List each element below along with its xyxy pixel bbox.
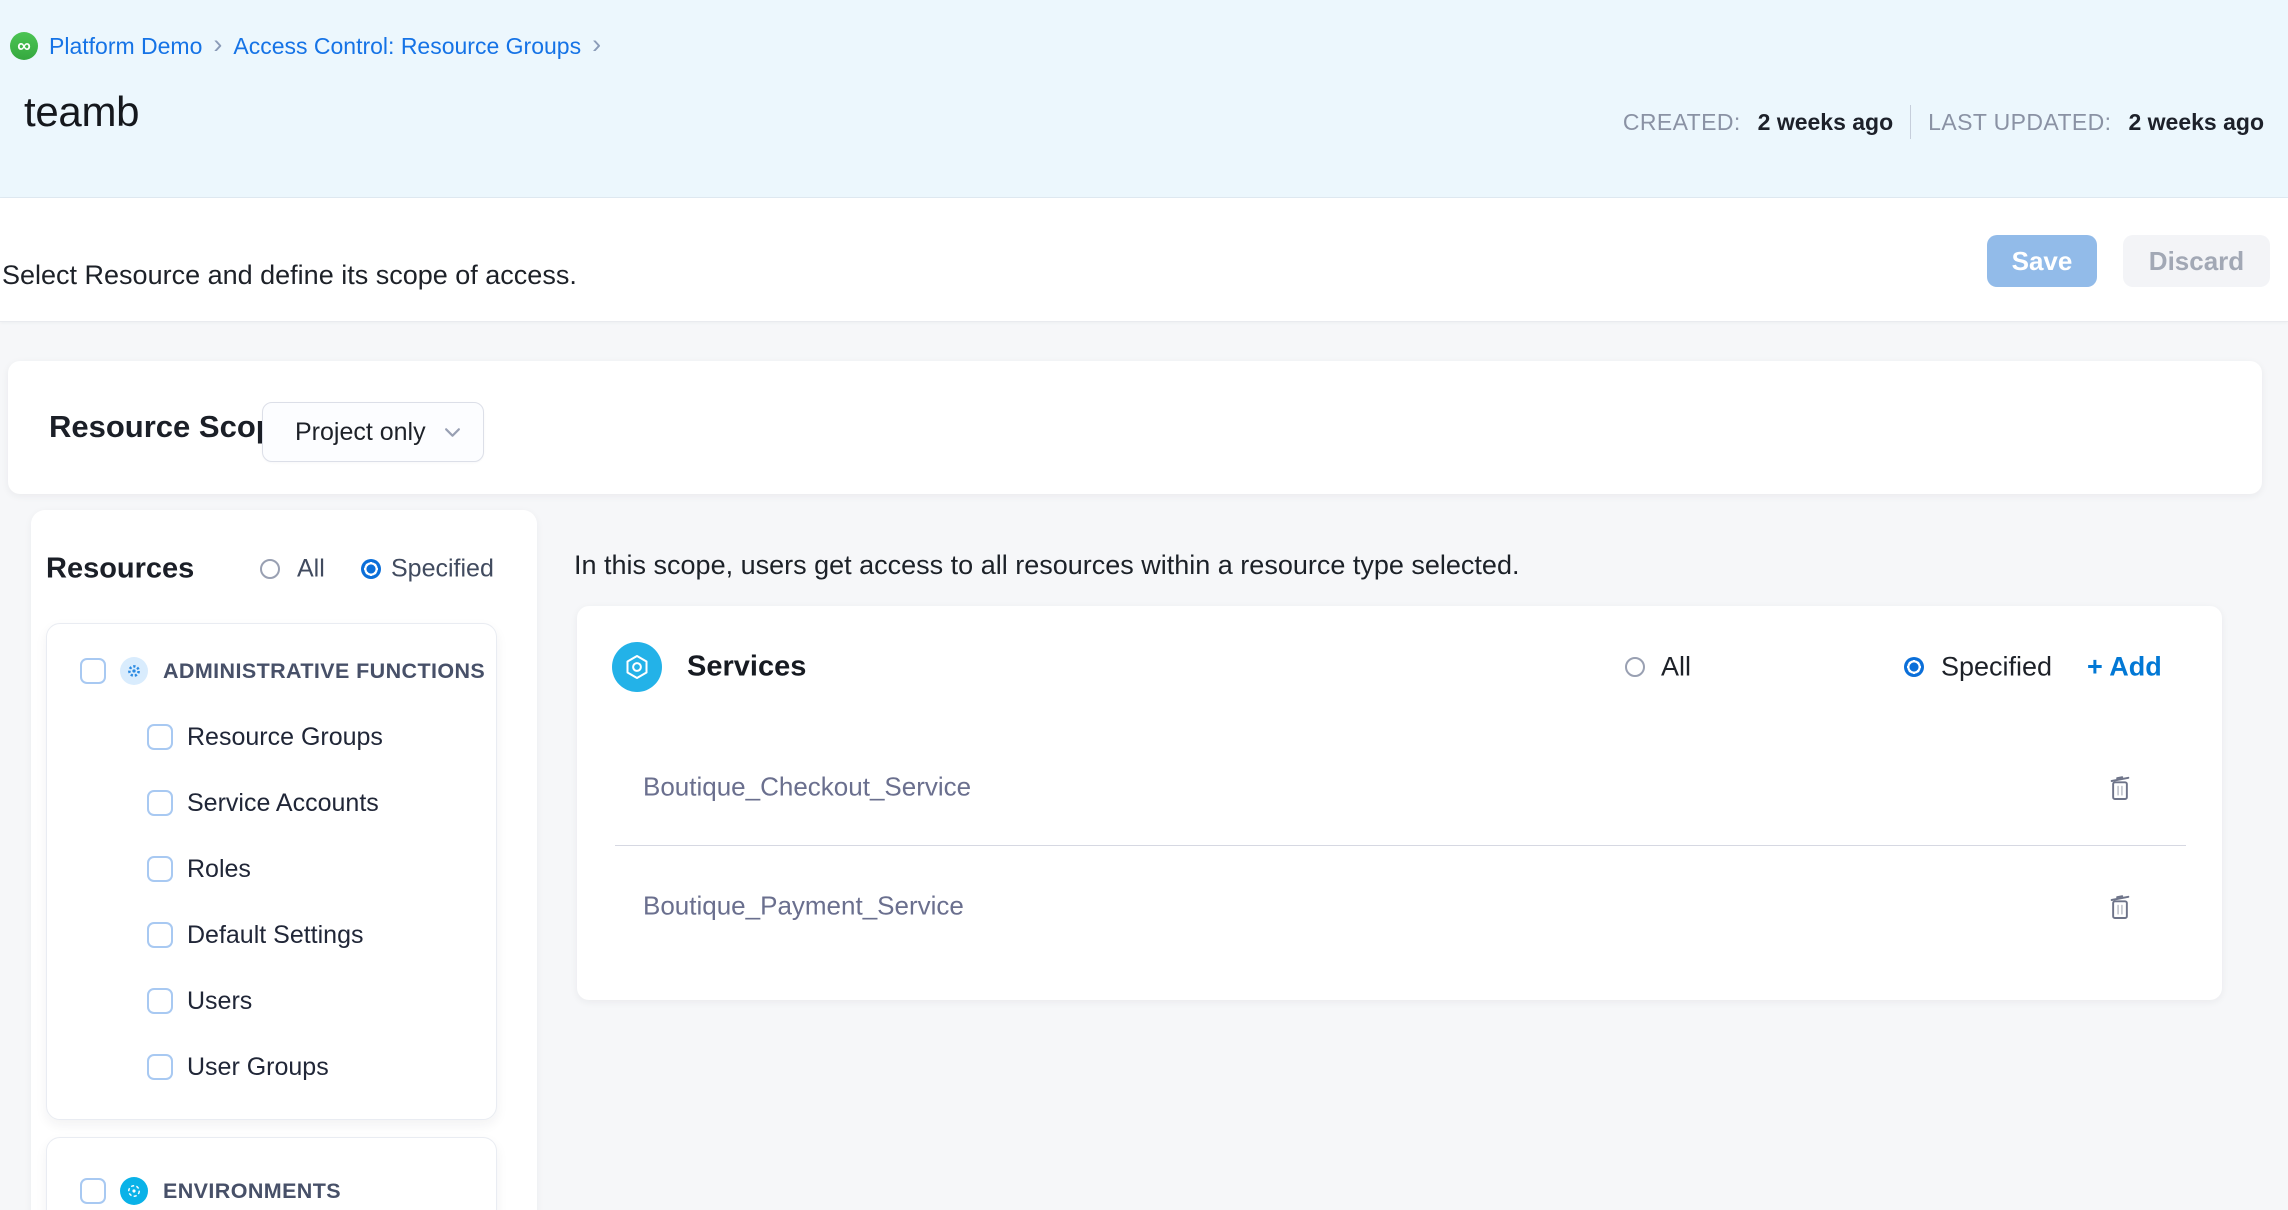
- last-updated-value: 2 weeks ago: [2128, 109, 2264, 136]
- resources-radio-all-label[interactable]: All: [297, 555, 325, 584]
- item-label: User Groups: [187, 1053, 329, 1082]
- toolbar-description: Select Resource and define its scope of …: [2, 260, 577, 291]
- checkbox-resource-groups[interactable]: [147, 724, 173, 750]
- checkbox-service-accounts[interactable]: [147, 790, 173, 816]
- row-divider: [615, 845, 2186, 846]
- group-header-row: ADMINISTRATIVE FUNCTIONS: [47, 657, 496, 685]
- breadcrumb-link-resource-groups[interactable]: Access Control: Resource Groups: [233, 33, 581, 60]
- resource-group-administrative-functions: ADMINISTRATIVE FUNCTIONS Resource Groups…: [46, 623, 497, 1120]
- checkbox-environments[interactable]: [80, 1178, 106, 1204]
- resources-title: Resources: [46, 553, 194, 586]
- resources-radio-specified[interactable]: [361, 559, 381, 579]
- resources-radio-specified-label[interactable]: Specified: [391, 555, 494, 584]
- meta-info: CREATED: 2 weeks ago LAST UPDATED: 2 wee…: [1623, 104, 2264, 140]
- resource-item-row: Users: [47, 987, 496, 1015]
- checkbox-administrative-functions[interactable]: [80, 658, 106, 684]
- discard-button[interactable]: Discard: [2123, 235, 2270, 287]
- gear-icon: [120, 657, 148, 685]
- created-value: 2 weeks ago: [1758, 109, 1894, 136]
- services-card: Services All Specified + Add Boutique_Ch…: [577, 606, 2222, 1000]
- environments-target-icon: [120, 1177, 148, 1205]
- resources-panel: Resources All Specified ADMINISTRATIVE F…: [31, 510, 537, 1210]
- service-name: Boutique_Payment_Service: [643, 891, 964, 922]
- checkbox-users[interactable]: [147, 988, 173, 1014]
- services-title: Services: [687, 651, 806, 684]
- created-label: CREATED:: [1623, 109, 1741, 136]
- service-hexagon-icon: [612, 642, 662, 692]
- breadcrumb-link-project[interactable]: Platform Demo: [49, 33, 202, 60]
- action-toolbar: Select Resource and define its scope of …: [0, 198, 2288, 322]
- resource-item-row: User Groups: [47, 1053, 496, 1081]
- chevron-down-icon: [444, 427, 461, 438]
- service-name: Boutique_Checkout_Service: [643, 772, 971, 803]
- breadcrumb: ∞ Platform Demo › Access Control: Resour…: [10, 30, 601, 62]
- checkbox-user-groups[interactable]: [147, 1054, 173, 1080]
- group-label: ENVIRONMENTS: [163, 1179, 341, 1204]
- group-header-row: ENVIRONMENTS: [47, 1177, 496, 1205]
- breadcrumb-separator: ›: [213, 31, 222, 61]
- page-header: ∞ Platform Demo › Access Control: Resour…: [0, 0, 2288, 198]
- add-service-button[interactable]: + Add: [2087, 652, 2162, 683]
- resource-group-environments: ENVIRONMENTS: [46, 1137, 497, 1210]
- services-radio-all[interactable]: [1625, 657, 1645, 677]
- save-button[interactable]: Save: [1987, 235, 2097, 287]
- resource-scope-card: Resource Scope Project only: [8, 361, 2262, 494]
- project-infinity-icon: ∞: [10, 32, 38, 60]
- resource-item-row: Roles: [47, 855, 496, 883]
- resource-item-row: Default Settings: [47, 921, 496, 949]
- checkbox-default-settings[interactable]: [147, 922, 173, 948]
- breadcrumb-separator: ›: [592, 31, 601, 61]
- trash-icon: [2107, 891, 2133, 921]
- group-label: ADMINISTRATIVE FUNCTIONS: [163, 659, 485, 684]
- resource-scope-selected: Project only: [263, 418, 426, 447]
- services-radio-specified[interactable]: [1904, 657, 1924, 677]
- resources-radio-all[interactable]: [260, 559, 280, 579]
- item-label: Default Settings: [187, 921, 364, 950]
- checkbox-roles[interactable]: [147, 856, 173, 882]
- page-title: teamb: [24, 88, 139, 136]
- services-radio-specified-label[interactable]: Specified: [1941, 652, 2052, 683]
- resource-item-row: Service Accounts: [47, 789, 496, 817]
- item-label: Users: [187, 987, 252, 1016]
- services-radio-all-label[interactable]: All: [1661, 652, 1691, 683]
- resource-item-row: Resource Groups: [47, 723, 496, 751]
- delete-service-button[interactable]: [2099, 766, 2141, 808]
- delete-service-button[interactable]: [2099, 885, 2141, 927]
- item-label: Resource Groups: [187, 723, 383, 752]
- item-label: Service Accounts: [187, 789, 379, 818]
- meta-divider: [1910, 105, 1911, 139]
- last-updated-label: LAST UPDATED:: [1928, 109, 2111, 136]
- item-label: Roles: [187, 855, 251, 884]
- resource-scope-label: Resource Scope: [49, 409, 292, 445]
- resource-scope-dropdown[interactable]: Project only: [262, 402, 484, 462]
- trash-icon: [2107, 772, 2133, 802]
- scope-description: In this scope, users get access to all r…: [574, 550, 1519, 581]
